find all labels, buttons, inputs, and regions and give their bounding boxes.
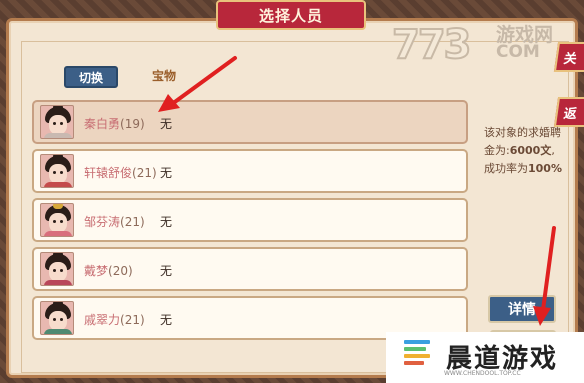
arrow-to-first-row — [158, 56, 237, 112]
watermark-bottom-url: WWW.CHENDOOL.TOP.CC — [444, 370, 521, 377]
watermark-bottom-icon — [404, 340, 430, 368]
watermark-bottom: 晨道游戏 WWW.CHENDOOL.TOP.CC — [386, 332, 584, 383]
annotation-arrows — [158, 56, 556, 326]
arrow-to-confirm — [533, 226, 556, 326]
